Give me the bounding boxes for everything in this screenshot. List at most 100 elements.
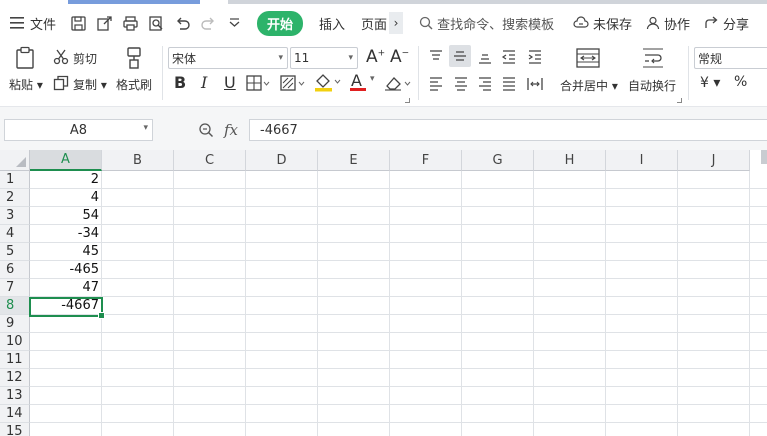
align-right-icon[interactable] [477, 76, 493, 92]
column-header-d[interactable]: D [246, 150, 318, 171]
cell-a4[interactable]: -34 [30, 225, 102, 243]
row-header-10[interactable]: 10 [0, 333, 30, 351]
align-middle-button[interactable] [449, 45, 471, 67]
row-header-5[interactable]: 5 [0, 243, 30, 261]
currency-button[interactable]: ¥ ▾ [700, 75, 720, 91]
tabs-more-button[interactable]: › [389, 12, 404, 34]
cell-a6[interactable]: -465 [30, 261, 102, 279]
column-header-j[interactable]: J [678, 150, 750, 171]
save-icon[interactable] [70, 15, 87, 32]
align-bottom-icon[interactable] [477, 49, 493, 65]
cell-a1[interactable]: 2 [30, 171, 102, 189]
name-box[interactable]: A8 ▾ [4, 119, 153, 141]
spreadsheet-grid[interactable]: ABCDEFGHIJ 1 2 3 4 5 6 7 8 9 10 11 12 13 14 15 2 4 54 -34… [0, 150, 767, 436]
column-header-f[interactable]: F [390, 150, 462, 171]
font-size-select[interactable]: 11 ▾ [290, 47, 358, 69]
wrap-text-button[interactable]: 自动换行 [628, 77, 676, 94]
print-icon[interactable] [122, 15, 139, 32]
zoom-search-icon[interactable] [198, 122, 214, 138]
column-header-g[interactable]: G [462, 150, 534, 171]
file-menu[interactable]: 文件 [10, 14, 56, 33]
borders-icon[interactable] [246, 75, 270, 91]
row-header-2[interactable]: 2 [0, 189, 30, 207]
grid-column-line [461, 171, 462, 436]
select-all-corner[interactable] [0, 150, 30, 171]
column-header-c[interactable]: C [174, 150, 246, 171]
row-header-13[interactable]: 13 [0, 387, 30, 405]
fill-style-icon[interactable] [280, 75, 306, 91]
cut-button[interactable]: 剪切 [73, 50, 97, 67]
row-header-7[interactable]: 7 [0, 279, 30, 297]
distributed-align-icon[interactable] [527, 76, 543, 92]
row-header-14[interactable]: 14 [0, 405, 30, 423]
formula-input[interactable]: -4667 [249, 119, 767, 141]
undo-icon[interactable] [174, 15, 191, 32]
export-icon[interactable] [96, 15, 113, 32]
font-dialog-launcher[interactable] [405, 98, 410, 103]
decrease-font-icon[interactable]: A− [390, 47, 409, 67]
font-color-button[interactable]: A ▾ [350, 71, 380, 93]
increase-indent-icon[interactable] [527, 49, 543, 65]
merge-center-button[interactable]: 合并居中 ▾ [560, 77, 618, 94]
decrease-indent-icon[interactable] [501, 49, 517, 65]
row-header-4[interactable]: 4 [0, 225, 30, 243]
chevron-right-icon: › [393, 16, 399, 30]
redo-icon[interactable] [200, 15, 217, 32]
column-header-a[interactable]: A [30, 150, 102, 171]
cell-a3[interactable]: 54 [30, 207, 102, 225]
increase-font-icon[interactable]: A+ [366, 47, 385, 67]
fx-icon[interactable]: fx [224, 121, 238, 139]
row-header-8[interactable]: 8 [0, 297, 30, 315]
share-button[interactable]: 分享 [704, 14, 749, 33]
column-header-h[interactable]: H [534, 150, 606, 171]
italic-button[interactable]: I [201, 73, 207, 92]
row-header-12[interactable]: 12 [0, 369, 30, 387]
format-painter-icon[interactable] [124, 46, 144, 70]
tab-insert[interactable]: 插入 [319, 14, 345, 33]
unsaved-status[interactable]: 未保存 [573, 14, 632, 33]
tab-page[interactable]: 页面 [361, 14, 387, 33]
align-center-icon[interactable] [453, 76, 469, 92]
align-left-icon[interactable] [428, 76, 444, 92]
cell-a2[interactable]: 4 [30, 189, 102, 207]
align-top-icon[interactable] [428, 49, 444, 65]
column-header-b[interactable]: B [102, 150, 174, 171]
print-preview-icon[interactable] [148, 15, 165, 32]
alignment-dialog-launcher[interactable] [677, 98, 682, 103]
command-search[interactable]: 查找命令、搜索模板 [419, 14, 554, 33]
cell-a7[interactable]: 47 [30, 279, 102, 297]
row-header-3[interactable]: 3 [0, 207, 30, 225]
format-painter-button[interactable]: 格式刷 [116, 76, 152, 93]
row-header-1[interactable]: 1 [0, 171, 30, 189]
number-format-select[interactable]: 常规 [694, 47, 767, 69]
underline-button[interactable]: U [224, 73, 236, 92]
row-header-9[interactable]: 9 [0, 315, 30, 333]
copy-icon[interactable] [53, 75, 69, 91]
clear-format-icon[interactable] [384, 75, 412, 91]
percent-button[interactable]: % [734, 74, 747, 90]
grid-row-line [30, 422, 767, 423]
bold-button[interactable]: B [174, 73, 186, 92]
number-format-value: 常规 [698, 51, 723, 66]
row-header-15[interactable]: 15 [0, 423, 30, 436]
fill-color-icon[interactable] [314, 73, 342, 92]
wrap-text-icon[interactable] [641, 47, 665, 69]
row-header-11[interactable]: 11 [0, 351, 30, 369]
chevron-down-icon[interactable] [226, 15, 243, 32]
quick-access-toolbar [70, 15, 243, 32]
justify-icon[interactable] [501, 76, 517, 92]
font-name-select[interactable]: 宋体 ▾ [168, 47, 288, 69]
collab-button[interactable]: 协作 [646, 14, 690, 33]
column-header-e[interactable]: E [318, 150, 390, 171]
tab-start[interactable]: 开始 [257, 10, 304, 36]
cell-a5[interactable]: 45 [30, 243, 102, 261]
column-header-i[interactable]: I [606, 150, 678, 171]
row-header-6[interactable]: 6 [0, 261, 30, 279]
vertical-scrollbar[interactable] [761, 150, 767, 164]
hamburger-icon [10, 17, 24, 29]
paste-icon[interactable] [14, 46, 36, 70]
scissors-icon[interactable] [53, 49, 69, 65]
merge-center-icon[interactable] [576, 47, 600, 69]
paste-button[interactable]: 粘贴 ▾ [9, 76, 43, 93]
copy-button[interactable]: 复制 ▾ [73, 76, 107, 93]
